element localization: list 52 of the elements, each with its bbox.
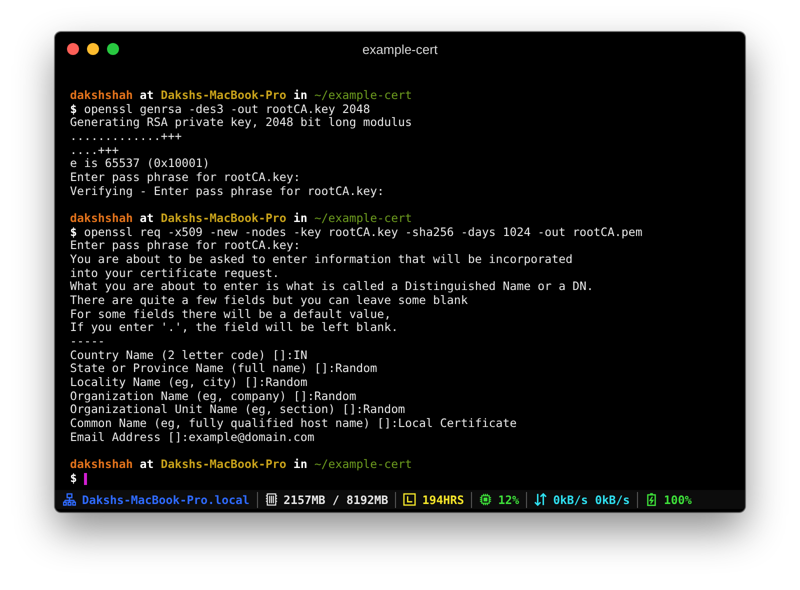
output-text: Enter pass phrase for rootCA.key: (70, 239, 300, 254)
output-text: into your certificate request. (70, 266, 280, 280)
close-button[interactable] (67, 43, 79, 55)
output-text: ....+++ (70, 144, 119, 158)
text-cursor (84, 472, 87, 485)
output-text: You are about to be asked to enter information that will be incorporated (70, 253, 573, 267)
prompt-word: at (138, 458, 155, 472)
prompt-host: Dakshs-MacBook-Pro (160, 458, 286, 472)
command-text: openssl req -x509 -new -nodes -key rootCA.key -sha256 -days 1024 -out rootCA.pem (82, 226, 642, 240)
output-text: State or Province Name (full name) []:Random (70, 362, 378, 376)
window-title: example-cert (362, 42, 438, 56)
output-text: There are quite a few fields but you can leave some blank (70, 294, 468, 308)
prompt-user: dakshshah (70, 212, 133, 226)
output-text: Enter pass phrase for rootCA.key: (70, 171, 300, 185)
prompt-sign: $ (70, 472, 77, 486)
status-text: 0kB/s 0kB/s (553, 492, 630, 506)
command-text: openssl genrsa -des3 -out rootCA.key 2048 (82, 102, 370, 116)
prompt-path: ~/example-cert (314, 212, 412, 226)
prompt-sign: $ (70, 226, 77, 240)
status-text: 2157MB / 8192MB (284, 492, 388, 506)
status-text: 12% (498, 492, 520, 506)
output-text: Organization Name (eg, company) []:Random (70, 390, 356, 404)
prompt-word: in (292, 458, 308, 472)
output-text: ----- (70, 335, 105, 349)
output-text: e is 65537 (0x10001) (70, 157, 210, 172)
output-text: What you are about to enter is what is called a Distinguished Name or a DN. (70, 280, 594, 294)
prompt-host: Dakshs-MacBook-Pro (160, 89, 286, 103)
output-text: For some fields there will be a default value, (70, 308, 392, 322)
output-text: .............+++ (70, 130, 182, 144)
prompt-word: at (138, 212, 155, 226)
output-text: Verifying - Enter pass phrase for rootCA.key: (70, 184, 384, 198)
prompt-word: in (292, 212, 308, 226)
prompt-path: ~/example-cert (314, 89, 412, 103)
output-text: Common Name (eg, fully qualified host name) []:Local Certificate (70, 417, 517, 431)
prompt-path: ~/example-cert (314, 458, 412, 472)
prompt-sign: $ (70, 102, 77, 116)
output-text: Generating RSA private key, 2048 bit long modulus (70, 116, 412, 130)
status-text: 100% (664, 492, 692, 506)
minimize-button[interactable] (87, 43, 99, 55)
prompt-host: Dakshs-MacBook-Pro (160, 212, 286, 226)
prompt-word: in (292, 89, 308, 103)
output-text: If you enter '.', the field will be left blank. (70, 321, 398, 336)
prompt-word: at (138, 89, 155, 103)
output-text: Locality Name (eg, city) []:Random (70, 376, 308, 390)
output-text: Email Address []:example@domain.com (70, 430, 314, 444)
status-text: 194HRS (422, 492, 464, 506)
output-text: Country Name (2 letter code) []:IN (70, 348, 308, 362)
status-text: Dakshs-MacBook-Pro.local (82, 492, 250, 506)
output-text: Organizational Unit Name (eg, section) []:Random (70, 403, 406, 418)
zoom-button[interactable] (107, 43, 119, 55)
prompt-user: dakshshah (70, 458, 133, 472)
prompt-user: dakshshah (70, 89, 133, 103)
